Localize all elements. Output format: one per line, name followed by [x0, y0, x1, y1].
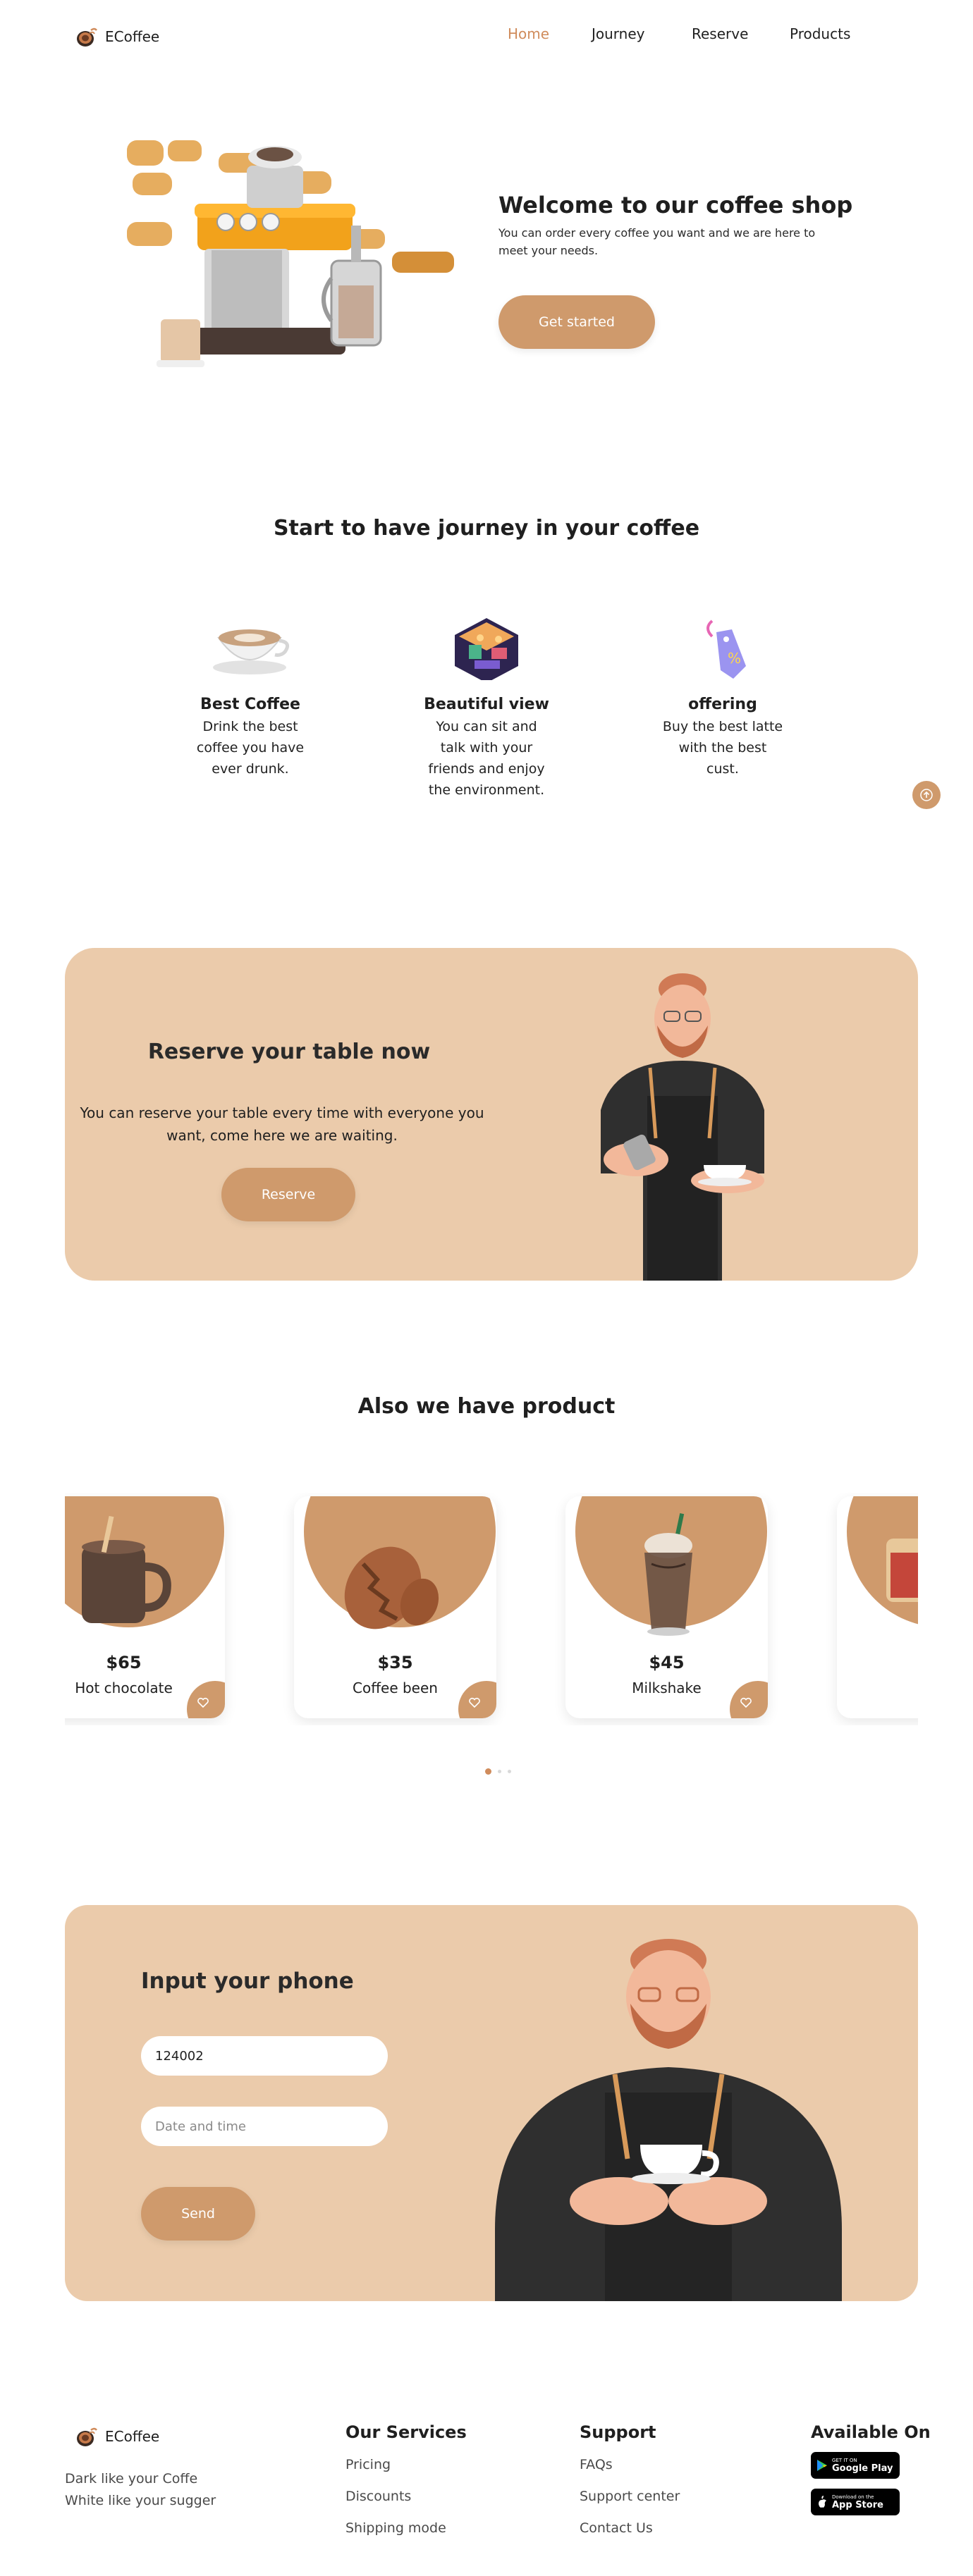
get-started-button[interactable]: Get started	[498, 295, 655, 349]
reserve-button[interactable]: Reserve	[221, 1168, 355, 1221]
tagline-line: White like your sugger	[65, 2493, 216, 2508]
products-carousel[interactable]: $65 Hot chocolate $35 Coffee been $45 Mi…	[65, 1493, 918, 1725]
nav-journey[interactable]: Journey	[592, 25, 645, 42]
svg-text:%: %	[728, 650, 741, 667]
coffee-machine-illustration	[127, 140, 454, 367]
footer-link-contact-us[interactable]: Contact Us	[580, 2520, 680, 2536]
google-play-badge[interactable]: GET IT ON Google Play	[811, 2452, 900, 2479]
top-navigation: ECoffee Home Journey Reserve Products	[0, 0, 973, 70]
pagination-dot[interactable]	[508, 1770, 511, 1773]
nav-home[interactable]: Home	[508, 25, 549, 42]
nav-products[interactable]: Products	[790, 25, 850, 42]
discount-tag-icon: %	[706, 620, 746, 679]
coffee-logo-icon	[77, 27, 97, 47]
feature-text: Buy the best latte with the best cust.	[662, 719, 783, 777]
hot-chocolate-mug-icon	[82, 1515, 171, 1623]
phone-input[interactable]	[141, 2036, 388, 2076]
heart-icon	[469, 1697, 480, 1708]
support-title: Support	[580, 2422, 656, 2442]
footer-link-discounts[interactable]: Discounts	[345, 2489, 467, 2504]
footer-brand-name: ECoffee	[105, 2428, 160, 2445]
journey-title: Start to have journey in your coffee	[273, 516, 700, 541]
footer-brand-logo[interactable]: ECoffee	[74, 2424, 159, 2448]
footer-link-faqs[interactable]: FAQs	[580, 2457, 680, 2472]
reserve-card: Reserve your table now You can reserve y…	[65, 948, 918, 1281]
hero-title: Welcome to our coffee shop	[498, 192, 853, 218]
footer-link-pricing[interactable]: Pricing	[345, 2457, 467, 2472]
feature-title: offering	[688, 696, 757, 713]
badge-small-text: GET IT ON	[832, 2457, 857, 2463]
app-store-badge[interactable]: Download on the App Store	[811, 2489, 900, 2515]
product-price: $35	[377, 1653, 413, 1672]
brand-logo[interactable]: ECoffee	[74, 25, 159, 49]
phone-form-title: Input your phone	[141, 1968, 354, 1994]
feature-best-coffee: Best Coffee Drink the best coffee you ha…	[173, 617, 328, 779]
product-card[interactable]: $45 Milkshake	[565, 1496, 768, 1718]
carousel-pagination	[485, 1768, 511, 1775]
feature-text: Drink the best coffee you have ever drun…	[196, 719, 305, 777]
pagination-dot[interactable]	[485, 1768, 491, 1775]
reserve-title: Reserve your table now	[147, 1040, 431, 1064]
badge-big-text: Google Play	[832, 2463, 893, 2474]
barista-holding-cup-illustration	[495, 1939, 842, 2301]
apps-title: Available On	[811, 2422, 931, 2442]
phone-form-card: Input your phone Send	[65, 1905, 918, 2301]
footer-tagline: Dark like your Coffe White like your sug…	[65, 2468, 216, 2512]
badge-small-text: Download on the	[832, 2494, 874, 2500]
heart-icon	[197, 1697, 209, 1708]
badge-big-text: App Store	[832, 2499, 883, 2510]
pagination-dot[interactable]	[498, 1770, 501, 1773]
isometric-cafe-icon	[455, 618, 518, 680]
feature-title: Best Coffee	[200, 696, 300, 713]
send-button[interactable]: Send	[141, 2187, 255, 2241]
latte-cup-icon	[213, 629, 290, 674]
coffee-logo-icon	[77, 2427, 97, 2446]
google-play-icon	[817, 2460, 827, 2471]
coffee-bean-icon	[344, 1546, 439, 1629]
barista-pouring-illustration	[601, 973, 764, 1281]
product-price: $65	[106, 1653, 142, 1672]
scroll-to-top-button[interactable]	[912, 781, 941, 809]
nav-reserve[interactable]: Reserve	[692, 25, 748, 42]
heart-icon	[740, 1697, 752, 1708]
hero-description: You can order every coffee you want and …	[498, 226, 816, 257]
services-title: Our Services	[345, 2422, 467, 2442]
product-card[interactable]: Ca	[837, 1496, 918, 1718]
footer-link-support-center[interactable]: Support center	[580, 2489, 680, 2504]
arrow-up-icon	[920, 789, 933, 801]
feature-text: You can sit and talk with your friends a…	[428, 719, 545, 798]
footer-apps: Available On GET IT ON Google Play Downl…	[811, 2422, 931, 2515]
feature-beautiful-view: Beautiful view You can sit and talk with…	[409, 617, 564, 801]
product-name: Ca	[837, 1680, 918, 1696]
reserve-description: You can reserve your table every time wi…	[80, 1104, 484, 1144]
brand-name: ECoffee	[105, 28, 160, 45]
footer-services: Our Services Pricing Discounts Shipping …	[345, 2422, 467, 2536]
footer-support: Support FAQs Support center Contact Us	[580, 2422, 680, 2536]
date-time-input[interactable]	[141, 2107, 388, 2146]
apple-icon	[819, 2496, 826, 2508]
feature-title: Beautiful view	[424, 696, 549, 713]
footer-link-shipping-mode[interactable]: Shipping mode	[345, 2520, 467, 2536]
tagline-line: Dark like your Coffe	[65, 2471, 198, 2486]
product-card[interactable]: $35 Coffee been	[294, 1496, 496, 1718]
feature-offering: % offering Buy the best latte with the b…	[645, 617, 800, 779]
product-price: $45	[649, 1653, 685, 1672]
milkshake-glass-icon	[644, 1513, 692, 1636]
products-title: Also we have product	[357, 1394, 616, 1419]
product-card[interactable]: $65 Hot chocolate	[65, 1496, 225, 1718]
coffee-cup-icon	[886, 1539, 918, 1602]
